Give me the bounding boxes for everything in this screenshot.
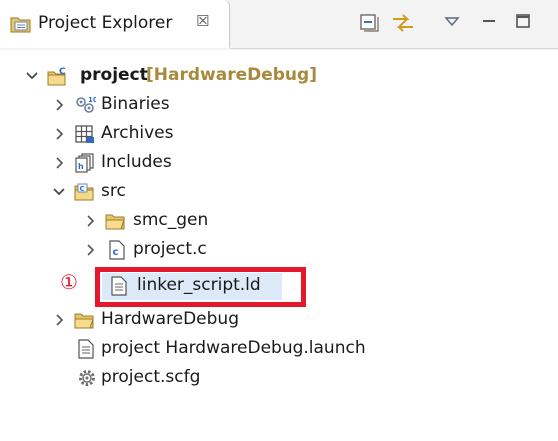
view-menu-icon[interactable]	[444, 14, 460, 34]
tree-item-label: Includes	[101, 152, 172, 172]
project-name: project	[80, 65, 148, 85]
chevron-right-icon[interactable]	[52, 120, 66, 148]
svg-text:C: C	[80, 185, 85, 193]
tree-item-project-c[interactable]: c project.c	[0, 236, 558, 260]
chevron-down-icon[interactable]	[25, 62, 39, 90]
chevron-right-icon[interactable]	[83, 207, 97, 235]
tree-item-launch-file[interactable]: project HardwareDebug.launch	[0, 335, 558, 363]
tree-item-hardwaredebug[interactable]: HardwareDebug	[0, 306, 558, 334]
tree-item-archives[interactable]: Archives	[0, 120, 558, 148]
svg-text:C: C	[59, 67, 66, 77]
tree-item-includes[interactable]: h Includes	[0, 149, 558, 177]
gear-icon	[76, 368, 98, 393]
project-explorer-icon	[10, 14, 32, 39]
svg-text:c: c	[113, 247, 119, 258]
archives-icon	[74, 124, 96, 149]
tree-item-binaries[interactable]: 10 Binaries	[0, 91, 558, 119]
tree-item-label: src	[101, 181, 126, 201]
tree-item-label: project.c	[133, 239, 207, 259]
link-with-editor-icon[interactable]	[390, 12, 416, 39]
annotation-marker: ①	[60, 270, 78, 294]
close-icon[interactable]: ☒	[196, 12, 209, 30]
source-folder-icon: C	[74, 182, 96, 207]
tree-item-label: smc_gen	[133, 210, 209, 230]
binaries-icon: 10	[74, 95, 98, 120]
tabbar-divider	[230, 48, 558, 49]
tree-item-scfg[interactable]: project.scfg	[0, 364, 558, 392]
tree-item-label: Archives	[101, 123, 174, 143]
collapse-all-icon[interactable]	[358, 12, 380, 39]
project-explorer-tab[interactable]: Project Explorer ☒	[0, 0, 230, 48]
chevron-right-icon[interactable]	[52, 149, 66, 177]
view-tab-bar: Project Explorer ☒	[0, 0, 558, 50]
svg-text:10: 10	[88, 96, 96, 104]
tab-title: Project Explorer	[38, 13, 173, 33]
folder-icon	[105, 211, 127, 236]
chevron-right-icon[interactable]	[83, 236, 97, 260]
chevron-right-icon[interactable]	[52, 91, 66, 119]
chevron-down-icon[interactable]	[52, 178, 66, 206]
minimize-icon[interactable]	[480, 12, 498, 35]
tree-item-label: Binaries	[101, 94, 170, 114]
project-build-config: [HardwareDebug]	[146, 65, 317, 85]
chevron-right-icon[interactable]	[52, 306, 66, 334]
includes-icon: h	[74, 153, 96, 178]
c-project-icon: C	[46, 66, 70, 93]
tree-item-label: HardwareDebug	[101, 309, 239, 329]
text-file-icon	[77, 339, 95, 364]
folder-icon	[74, 310, 96, 335]
tree-item-src[interactable]: C src	[0, 178, 558, 206]
maximize-icon[interactable]	[514, 12, 532, 35]
tree-item-label: project.scfg	[101, 367, 201, 387]
tree-item-project[interactable]: C project [HardwareDebug]	[0, 62, 558, 90]
tree-item-smc-gen[interactable]: smc_gen	[0, 207, 558, 235]
annotation-highlight-box	[95, 267, 306, 307]
svg-text:h: h	[78, 162, 84, 171]
c-file-icon: c	[108, 240, 126, 260]
tree-item-label: project HardwareDebug.launch	[101, 338, 366, 358]
